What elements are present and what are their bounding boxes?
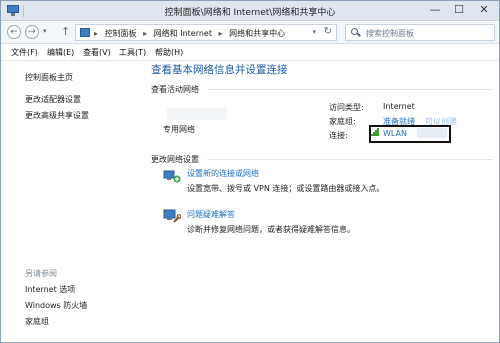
wifi-signal-icon	[371, 128, 380, 136]
troubleshoot-link[interactable]: 问题疑难解答	[187, 209, 235, 220]
close-button[interactable]: ✕	[471, 1, 497, 19]
maximize-button[interactable]: ☐	[447, 1, 471, 19]
new-connection-icon	[163, 168, 181, 184]
recent-locations-dropdown[interactable]: ▾	[43, 27, 47, 35]
wlan-connection-link[interactable]: WLAN	[383, 129, 407, 138]
sidebar-item-windows-firewall[interactable]: Windows 防火墙	[25, 300, 87, 311]
title-bar: 控制面板\网络和 Internet\网络和共享中心 — ☐ ✕	[1, 1, 499, 21]
address-bar: ← → ▾ ↑ ▸ 控制面板 ▸ 网络和 Internet ▸ 网络和共享中心 …	[1, 22, 499, 44]
menu-tools[interactable]: 工具(T)	[119, 47, 146, 58]
connection-key: 连接:	[329, 131, 348, 140]
crumb-separator: ▸	[143, 29, 148, 38]
setup-connection-link[interactable]: 设置新的连接或网络	[187, 168, 259, 179]
search-placeholder: 搜索控制面板	[366, 29, 414, 38]
forward-button[interactable]: →	[25, 25, 39, 39]
refresh-button[interactable]: ↻	[324, 26, 332, 37]
breadcrumb-network-internet[interactable]: 网络和 Internet	[154, 29, 212, 38]
network-name-redacted	[167, 108, 227, 120]
search-input[interactable]: 搜索控制面板	[345, 24, 495, 41]
menu-file[interactable]: 文件(F)	[11, 47, 38, 58]
homegroup-key: 家庭组:	[329, 117, 356, 126]
breadcrumb-sharing-center[interactable]: 网络和共享中心	[229, 29, 285, 38]
change-settings-label: 更改网络设置	[151, 155, 199, 164]
see-also-caption: 另请参阅	[25, 269, 57, 278]
control-panel-icon	[80, 28, 90, 37]
menu-edit[interactable]: 编辑(E)	[47, 47, 74, 58]
back-button[interactable]: ←	[7, 25, 21, 39]
minimize-button[interactable]: —	[423, 1, 447, 19]
up-button[interactable]: ↑	[61, 25, 70, 38]
menu-help[interactable]: 帮助(H)	[155, 47, 183, 58]
menu-view[interactable]: 查看(V)	[83, 47, 111, 58]
sidebar: 控制面板主页 更改适配器设置 更改高级共享设置 另请参阅 Internet 选项…	[1, 62, 133, 342]
access-type-value: Internet	[383, 102, 415, 111]
sidebar-item-homegroup[interactable]: 家庭组	[25, 316, 49, 327]
breadcrumb-control-panel[interactable]: 控制面板	[105, 29, 137, 38]
troubleshoot-description: 诊断并修复网络问题，或者获得疑难解答信息。	[187, 225, 355, 234]
crumb-separator: ▸	[94, 29, 99, 38]
search-icon	[351, 28, 361, 37]
active-networks-label: 查看活动网络	[151, 85, 199, 94]
sidebar-item-internet-options[interactable]: Internet 选项	[25, 284, 75, 295]
troubleshoot-icon	[163, 208, 182, 224]
section-divider	[207, 89, 493, 90]
section-divider	[207, 159, 493, 160]
path-dropdown-button[interactable]: ▾	[312, 28, 316, 36]
sidebar-item-control-panel-home[interactable]: 控制面板主页	[25, 72, 73, 83]
menu-bar: 文件(F) 编辑(E) 查看(V) 工具(T) 帮助(H)	[1, 45, 499, 61]
access-type-key: 访问类型:	[329, 103, 364, 112]
sidebar-item-advanced-sharing[interactable]: 更改高级共享设置	[25, 110, 89, 121]
explorer-window: 控制面板\网络和 Internet\网络和共享中心 — ☐ ✕ ← → ▾ ↑ …	[0, 0, 500, 343]
sidebar-item-adapter-settings[interactable]: 更改适配器设置	[25, 94, 81, 105]
ssid-redacted	[417, 128, 447, 138]
page-title: 查看基本网络信息并设置连接	[151, 64, 288, 76]
main-content: 查看基本网络信息并设置连接 查看活动网络 专用网络 访问类型: Internet…	[133, 62, 499, 342]
network-type-link[interactable]: 专用网络	[163, 124, 195, 135]
path-box[interactable]: ▸ 控制面板 ▸ 网络和 Internet ▸ 网络和共享中心 ▾ ↻	[75, 24, 337, 41]
crumb-separator: ▸	[218, 29, 223, 38]
breadcrumb: ▸ 控制面板 ▸ 网络和 Internet ▸ 网络和共享中心	[94, 28, 289, 39]
setup-connection-description: 设置宽带、拨号或 VPN 连接；或设置路由器或接入点。	[187, 184, 385, 193]
